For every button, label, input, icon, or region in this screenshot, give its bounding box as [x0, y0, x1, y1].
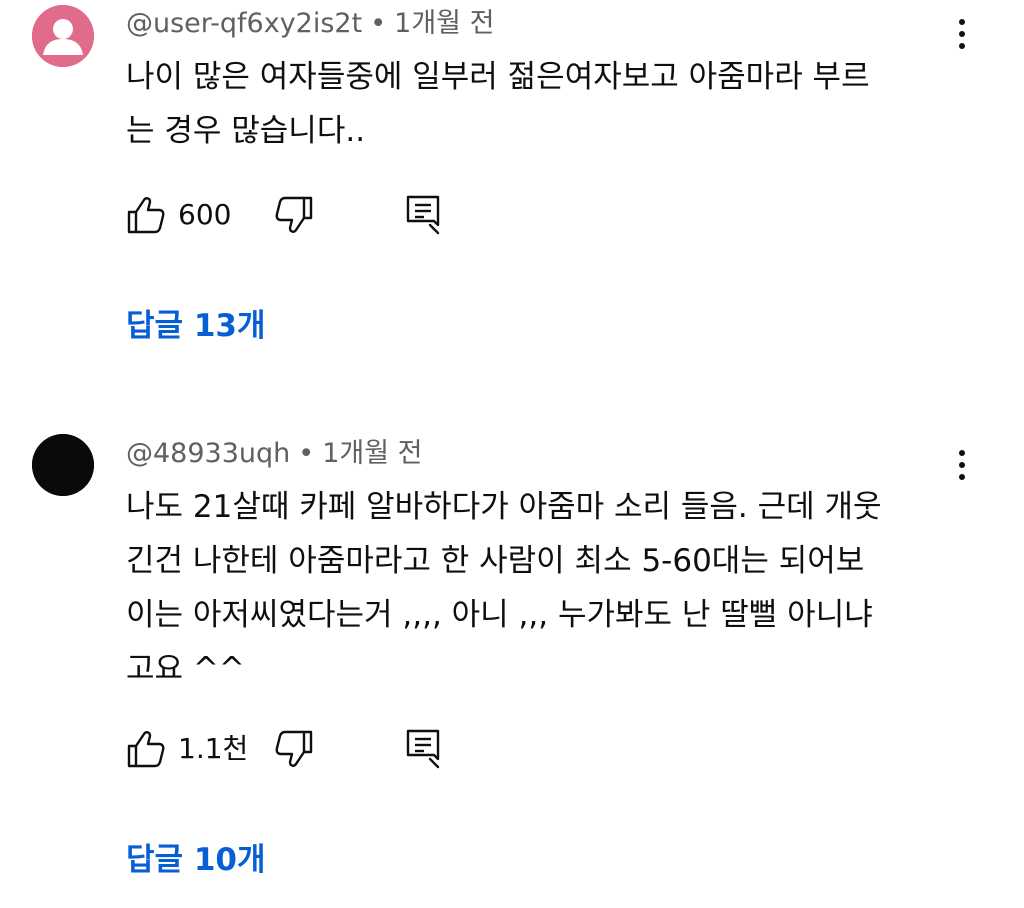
kebab-dot [959, 43, 965, 49]
view-replies-button[interactable]: 답글 13개 [126, 306, 266, 346]
comment-text-line: 고요 ^^ [126, 651, 245, 687]
comment-reply-icon [406, 195, 440, 235]
comment-time: 1개월 전 [394, 8, 495, 39]
comment-actions: 600 [126, 193, 486, 237]
comment-text: 나도 21살때 카페 알바하다가 아줌마 소리 들음. 근데 개웃 긴건 나한테… [126, 480, 966, 696]
comment-text-line: 나이 많은 여자들중에 일부러 젊은여자보고 아줌마라 부르 [126, 59, 870, 95]
kebab-dot [959, 462, 965, 468]
comment-text-line: 나도 21살때 카페 알바하다가 아줌마 소리 들음. 근데 개웃 [126, 489, 882, 525]
comment-actions: 1.1천 [126, 727, 486, 771]
kebab-dot [959, 450, 965, 456]
comment-text-line: 는 경우 많습니다.. [126, 113, 366, 149]
separator-dot: • [370, 8, 387, 39]
thumbs-down-icon [275, 196, 313, 233]
reply-button[interactable] [404, 193, 444, 237]
comment-reply-icon [406, 729, 440, 769]
comment-meta: @user-qf6xy2is2t • 1개월 전 [126, 8, 494, 40]
dislike-button[interactable] [274, 193, 314, 237]
kebab-dot [959, 19, 965, 25]
thumbs-down-icon [275, 730, 313, 767]
person-silhouette-icon [32, 5, 94, 67]
like-count: 600 [178, 198, 232, 231]
reply-button[interactable] [404, 727, 444, 771]
avatar[interactable] [32, 434, 94, 496]
view-replies-button[interactable]: 답글 10개 [126, 840, 266, 880]
comment-text: 나이 많은 여자들중에 일부러 젊은여자보고 아줌마라 부르 는 경우 많습니다… [126, 50, 966, 158]
dislike-button[interactable] [274, 727, 314, 771]
like-button[interactable] [126, 193, 166, 237]
like-count: 1.1천 [178, 732, 249, 765]
author-name[interactable]: @user-qf6xy2is2t [126, 8, 362, 39]
comment-time: 1개월 전 [322, 438, 423, 469]
like-button[interactable] [126, 727, 166, 771]
author-name[interactable]: @48933uqh [126, 438, 290, 469]
avatar[interactable] [32, 5, 94, 67]
comment-text-line: 이는 아저씨였다는거 ,,,, 아니 ,,, 누가봐도 난 딸뻘 아니냐 [126, 597, 873, 633]
kebab-dot [959, 31, 965, 37]
thumbs-up-icon [127, 197, 165, 234]
separator-dot: • [298, 438, 315, 469]
comment-text-line: 긴건 나한테 아줌마라고 한 사람이 최소 5-60대는 되어보 [126, 543, 865, 579]
thumbs-up-icon [127, 731, 165, 768]
solid-avatar-icon [32, 434, 94, 496]
comment-meta: @48933uqh • 1개월 전 [126, 438, 422, 470]
